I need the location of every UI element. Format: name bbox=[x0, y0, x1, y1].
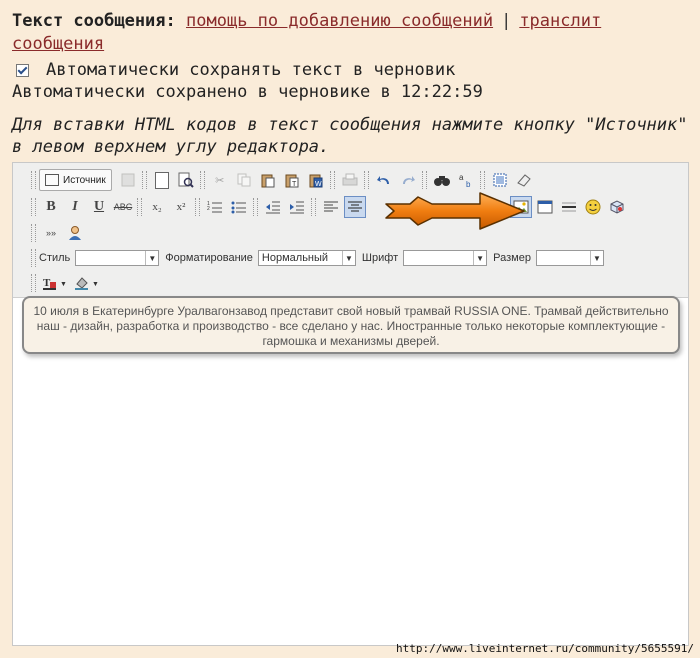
style-select[interactable]: ▼ bbox=[75, 250, 160, 266]
chevron-down-icon: ▼ bbox=[341, 251, 355, 265]
find-icon[interactable] bbox=[431, 169, 453, 191]
user-icon[interactable] bbox=[64, 222, 86, 244]
toolbar-grip bbox=[31, 171, 36, 189]
autosave-checkbox[interactable] bbox=[16, 63, 29, 77]
svg-text:W: W bbox=[315, 181, 322, 188]
svg-text:a: a bbox=[459, 173, 464, 182]
help-link[interactable]: помощь по добавлению сообщений bbox=[186, 11, 493, 31]
redo-icon[interactable] bbox=[397, 169, 419, 191]
arrow-annotation-icon bbox=[385, 192, 525, 230]
source-icon bbox=[45, 174, 59, 186]
message-title: Текст сообщения: bbox=[12, 11, 176, 31]
toolbar-separator bbox=[199, 171, 205, 189]
paste-text-icon[interactable]: T bbox=[281, 169, 303, 191]
style-combo: Стиль ▼ bbox=[39, 250, 160, 266]
numbered-list-icon[interactable]: 12 bbox=[204, 196, 226, 218]
bg-color-icon[interactable]: ▼ bbox=[72, 272, 102, 294]
svg-text:T: T bbox=[43, 277, 51, 289]
rich-text-editor: Источник ✂ T W ab B I U ABC x₂ x² 1 2 »»… bbox=[12, 162, 689, 646]
link-separator: | bbox=[501, 11, 512, 31]
toolbar-separator bbox=[195, 198, 200, 216]
format-select[interactable]: Нормальный ▼ bbox=[257, 250, 356, 266]
watermark: http://www.liveinternet.ru/community/565… bbox=[395, 642, 694, 655]
format-value: Нормальный bbox=[261, 252, 329, 264]
new-page-icon[interactable] bbox=[151, 169, 173, 191]
italic-button[interactable]: I bbox=[64, 196, 86, 218]
font-label: Шрифт bbox=[361, 252, 399, 264]
editor-toolbar: Источник ✂ T W ab B I U ABC x₂ x² 1 2 »»… bbox=[13, 163, 688, 298]
svg-text:T: T bbox=[292, 181, 297, 188]
svg-text:▼: ▼ bbox=[92, 281, 99, 288]
superscript-button[interactable]: x² bbox=[170, 196, 192, 218]
align-center-icon[interactable] bbox=[344, 196, 366, 218]
remove-format-icon[interactable] bbox=[513, 169, 535, 191]
outdent-icon[interactable] bbox=[262, 196, 284, 218]
toolbar-grip bbox=[31, 249, 36, 267]
flash-icon[interactable] bbox=[534, 196, 556, 218]
toolbar-grip bbox=[31, 198, 36, 216]
cut-icon[interactable]: ✂ bbox=[209, 169, 231, 191]
toolbar-separator bbox=[311, 198, 316, 216]
underline-button[interactable]: U bbox=[88, 196, 110, 218]
message-text-callout: 10 июля в Екатеринбурге Уралвагонзавод п… bbox=[22, 296, 680, 354]
bulleted-list-icon[interactable] bbox=[228, 196, 250, 218]
font-select[interactable]: ▼ bbox=[403, 250, 488, 266]
copy-icon[interactable] bbox=[233, 169, 255, 191]
toolbar-separator bbox=[421, 171, 427, 189]
svg-text:2: 2 bbox=[207, 206, 210, 212]
chevron-down-icon: ▼ bbox=[145, 251, 158, 265]
toolbar-grip bbox=[31, 224, 36, 242]
text-color-icon[interactable]: T ▼ bbox=[40, 272, 70, 294]
format-label: Форматирование bbox=[165, 252, 253, 264]
print-icon[interactable] bbox=[339, 169, 361, 191]
autosave-label: Автоматически сохранять текст в черновик bbox=[46, 60, 456, 80]
toolbar-separator bbox=[253, 198, 258, 216]
source-label: Источник bbox=[63, 174, 106, 186]
toolbar-row-5: T ▼ ▼ bbox=[29, 271, 103, 295]
style-label: Стиль bbox=[39, 252, 71, 264]
svg-text:b: b bbox=[466, 180, 471, 188]
autosave-status: Автоматически сохранено в черновике в 12… bbox=[12, 82, 483, 102]
format-combo: Форматирование Нормальный ▼ bbox=[165, 250, 356, 266]
bold-button[interactable]: B bbox=[40, 196, 62, 218]
paste-word-icon[interactable]: W bbox=[305, 169, 327, 191]
subscript-button[interactable]: x₂ bbox=[146, 196, 168, 218]
preview-icon[interactable] bbox=[175, 169, 197, 191]
size-combo: Размер ▼ bbox=[493, 250, 604, 266]
toolbar-separator bbox=[363, 171, 369, 189]
indent-icon[interactable] bbox=[286, 196, 308, 218]
toolbar-separator bbox=[329, 171, 335, 189]
undo-icon[interactable] bbox=[373, 169, 395, 191]
autosave-row: Автоматически сохранять текст в черновик bbox=[16, 60, 455, 80]
toolbar-row-3: »» bbox=[29, 221, 87, 245]
save-icon[interactable] bbox=[117, 169, 139, 191]
special-char-icon[interactable] bbox=[606, 196, 628, 218]
select-all-icon[interactable] bbox=[489, 169, 511, 191]
smiley-icon[interactable] bbox=[582, 196, 604, 218]
strikethrough-button[interactable]: ABC bbox=[112, 196, 134, 218]
show-more-button[interactable]: »» bbox=[40, 222, 62, 244]
toolbar-separator bbox=[137, 198, 142, 216]
align-left-icon[interactable] bbox=[320, 196, 342, 218]
toolbar-separator bbox=[141, 171, 147, 189]
toolbar-row-1: Источник ✂ T W ab bbox=[29, 168, 536, 192]
chevron-down-icon: ▼ bbox=[589, 251, 603, 265]
html-hint: Для вставки HTML кодов в текст сообщения… bbox=[12, 115, 688, 157]
toolbar-row-2: B I U ABC x₂ x² 12 bbox=[29, 195, 629, 219]
toolbar-row-4: Стиль ▼ Форматирование Нормальный ▼ Шрифт… bbox=[29, 246, 610, 270]
replace-icon[interactable]: ab bbox=[455, 169, 477, 191]
size-select[interactable]: ▼ bbox=[535, 250, 604, 266]
toolbar-separator bbox=[479, 171, 485, 189]
message-header: Текст сообщения: помощь по добавлению со… bbox=[12, 10, 692, 56]
source-button[interactable]: Источник bbox=[39, 169, 112, 191]
horizontal-rule-icon[interactable] bbox=[558, 196, 580, 218]
size-label: Размер bbox=[493, 252, 531, 264]
toolbar-grip bbox=[31, 274, 36, 292]
svg-text:▼: ▼ bbox=[60, 281, 67, 288]
paste-icon[interactable] bbox=[257, 169, 279, 191]
font-combo: Шрифт ▼ bbox=[361, 250, 488, 266]
chevron-down-icon: ▼ bbox=[473, 251, 486, 265]
